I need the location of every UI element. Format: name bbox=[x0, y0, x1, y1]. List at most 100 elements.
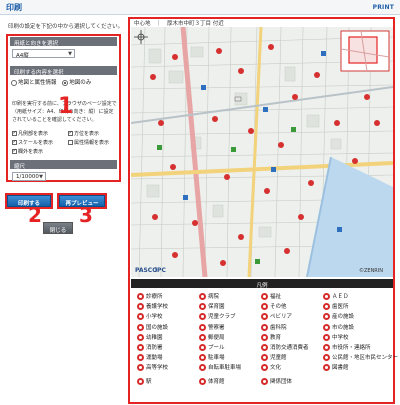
paper-select[interactable]: A4縦 ▼ bbox=[12, 49, 75, 59]
legend-label: 高等学校 bbox=[146, 365, 169, 372]
map-copyright: ©ZENRIN bbox=[358, 268, 383, 274]
legend-symbol-icon bbox=[199, 364, 206, 372]
legend-item: 市の施設 bbox=[323, 323, 354, 331]
legend-symbol-icon bbox=[323, 303, 330, 311]
callout-number: 1 bbox=[58, 94, 74, 119]
legend-label: 病院 bbox=[208, 294, 220, 300]
legend-symbol-icon bbox=[261, 323, 268, 331]
checkbox-label: 方位を表示 bbox=[74, 131, 100, 137]
legend-label: 市役所・連絡所 bbox=[332, 345, 371, 351]
map-legend: 凡例 診療所 病院 福祉 ＡＥＤ 養護学校 保育園 その他 歯医所 小学校 児童クラブ ペビリア 産の… bbox=[131, 279, 398, 401]
legend-item: 市役所・連絡所 bbox=[323, 343, 371, 351]
legend-label: 消防署 bbox=[146, 345, 163, 351]
legend-item: 小学校 bbox=[137, 312, 163, 321]
legend-item: 中学校 bbox=[323, 333, 349, 341]
legend-item: ＡＥＤ bbox=[323, 292, 349, 300]
legend-item: 歯科院 bbox=[261, 323, 287, 331]
legend-label: 中学校 bbox=[332, 334, 349, 341]
legend-label: 児童クラブ bbox=[208, 314, 236, 321]
content-radio-group: 地図と属性情報 地図のみ bbox=[11, 78, 91, 86]
legend-symbol-icon bbox=[199, 313, 206, 321]
radio-label: 地図のみ bbox=[69, 80, 92, 86]
legend-label: 児童館 bbox=[270, 355, 287, 362]
legend-label: プール bbox=[208, 345, 225, 351]
page-header: 印刷 PRINT bbox=[0, 0, 400, 15]
legend-symbol-icon bbox=[323, 333, 330, 341]
checkbox-scale[interactable]: スケールを表示 bbox=[12, 139, 53, 146]
legend-label: 警察署 bbox=[208, 324, 225, 331]
legend-symbol-icon bbox=[199, 323, 206, 331]
scale-select[interactable]: 1/10000 ▼ bbox=[12, 172, 46, 181]
legend-label: 文化 bbox=[270, 365, 282, 372]
legend-symbol-icon bbox=[323, 323, 330, 331]
legend-label: 体育館 bbox=[208, 378, 225, 385]
legend-symbol-icon bbox=[137, 303, 144, 311]
checkbox-box[interactable] bbox=[12, 130, 17, 136]
legend-symbol-icon bbox=[137, 364, 144, 372]
print-link[interactable]: PRINT bbox=[373, 4, 394, 11]
legend-label: 公民館・地区市民センター bbox=[332, 355, 399, 362]
print-button[interactable]: 印刷する bbox=[7, 195, 51, 207]
legend-symbol-icon bbox=[261, 354, 268, 362]
legend-symbol-icon bbox=[199, 344, 206, 351]
legend-symbol-icon bbox=[199, 354, 206, 362]
radio-map-and-attributes[interactable]: 地図と属性情報 bbox=[11, 79, 57, 86]
radio-label: 地図と属性情報 bbox=[18, 80, 57, 86]
legend-symbol-icon bbox=[261, 344, 268, 351]
legend-symbol-icon bbox=[137, 333, 144, 341]
legend-symbol-icon bbox=[137, 323, 144, 331]
legend-symbol-icon bbox=[261, 377, 268, 385]
legend-symbol-icon bbox=[323, 344, 330, 351]
legend-item: 教育 bbox=[261, 333, 281, 341]
legend-symbol-icon bbox=[137, 293, 144, 300]
legend-symbol-icon bbox=[261, 313, 268, 321]
legend-symbol-icon bbox=[137, 377, 144, 385]
legend-title: 凡例 bbox=[131, 279, 393, 289]
legend-item: 産の施設 bbox=[323, 312, 354, 321]
checkbox-box[interactable] bbox=[12, 148, 17, 154]
radio-circle[interactable] bbox=[62, 79, 69, 86]
legend-label: 歯科院 bbox=[270, 324, 287, 331]
preview-button[interactable]: 再プレビュー bbox=[59, 195, 105, 207]
legend-label: 診療所 bbox=[146, 294, 163, 300]
checkbox-box[interactable] bbox=[68, 130, 73, 136]
checkbox-north-arrow[interactable]: 方位を表示 bbox=[68, 130, 99, 137]
legend-item: 郵便局 bbox=[199, 333, 225, 341]
checkbox-box[interactable] bbox=[12, 139, 17, 145]
legend-item: 公民館・地区市民センター bbox=[323, 353, 399, 362]
legend-symbol-icon bbox=[137, 344, 144, 351]
scale-section-header: 縮尺 bbox=[10, 160, 117, 170]
ipc-logo: iPC bbox=[155, 267, 166, 274]
legend-label: 消防交通消費者 bbox=[270, 345, 309, 351]
legend-label: 国の施設 bbox=[146, 324, 169, 331]
checkbox-box[interactable] bbox=[68, 140, 73, 145]
legend-item: 消防交通消費者 bbox=[261, 343, 309, 351]
radio-circle[interactable] bbox=[11, 79, 17, 86]
legend-item: 保育園 bbox=[199, 302, 225, 311]
legend-label: 小学校 bbox=[146, 314, 163, 321]
legend-item: 児童クラブ bbox=[199, 312, 236, 321]
legend-item: 児童館 bbox=[261, 353, 287, 362]
radio-map-only[interactable]: 地図のみ bbox=[62, 79, 92, 86]
legend-item: 幼稚園 bbox=[137, 333, 163, 341]
legend-label: 自転車駐車場 bbox=[208, 365, 242, 372]
legend-label: 保育園 bbox=[208, 304, 225, 311]
checkbox-margin[interactable]: 欄外を表示 bbox=[12, 148, 43, 155]
legend-symbol-icon bbox=[323, 313, 330, 321]
legend-item: 診療所 bbox=[137, 292, 163, 300]
legend-label: ペビリア bbox=[270, 314, 293, 321]
legend-symbol-icon bbox=[199, 303, 206, 311]
legend-item: 消防署 bbox=[137, 343, 163, 351]
map-drawing bbox=[131, 27, 393, 277]
legend-symbol-icon bbox=[199, 293, 206, 300]
chevron-down-icon: ▼ bbox=[68, 51, 72, 57]
close-button[interactable]: 閉じる bbox=[43, 222, 73, 234]
chevron-down-icon: ▼ bbox=[39, 174, 43, 180]
legend-item: 体育館 bbox=[199, 377, 225, 385]
checkbox-legend[interactable]: 凡例部を表示 bbox=[12, 130, 48, 137]
page-title: 印刷 bbox=[6, 3, 22, 12]
legend-label: 駅 bbox=[146, 378, 152, 385]
legend-item: 国の施設 bbox=[137, 323, 168, 331]
legend-symbol-icon bbox=[261, 303, 268, 311]
checkbox-attributes[interactable]: 属性情報を表示 bbox=[68, 139, 109, 146]
